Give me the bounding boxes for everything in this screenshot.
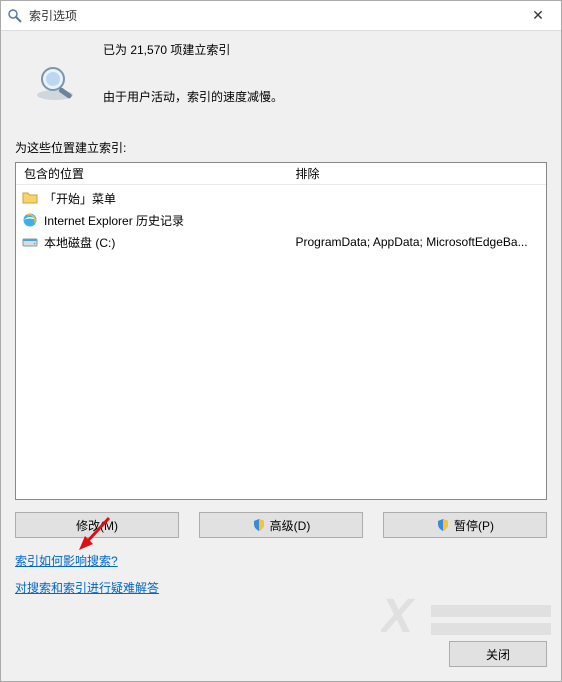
button-row: 修改(M) 高级(D) 暂停(P): [15, 512, 547, 538]
advanced-button[interactable]: 高级(D): [199, 512, 363, 538]
exclude-cell: ProgramData; AppData; MicrosoftEdgeBa...: [287, 231, 546, 253]
pause-button-label: 暂停(P): [454, 517, 494, 534]
footer: 关闭: [15, 641, 547, 667]
indexed-count-label: 已为 21,570 项建立索引: [103, 41, 283, 58]
excluded-header[interactable]: 排除: [287, 163, 546, 185]
exclude-cell: [287, 187, 546, 209]
ie-icon: [22, 212, 38, 228]
content-area: 已为 21,570 项建立索引 由于用户活动，索引的速度减慢。 为这些位置建立索…: [1, 31, 561, 681]
list-item-label: 「开始」菜单: [44, 190, 116, 207]
indexing-options-window: 索引选项 ✕ 已为 21,570 项建立索引 由于用户活动，索引的速度减慢。 为…: [0, 0, 562, 682]
status-text: 已为 21,570 项建立索引 由于用户活动，索引的速度减慢。: [81, 41, 283, 105]
close-icon: ✕: [532, 7, 544, 24]
drive-icon: [22, 234, 38, 250]
included-rows: 「开始」菜单 Internet Explorer 历史记录 本地磁盘 (C:): [16, 185, 287, 499]
magnifier-icon: [33, 61, 81, 109]
list-item[interactable]: 「开始」菜单: [16, 187, 287, 209]
pause-button[interactable]: 暂停(P): [383, 512, 547, 538]
indexing-speed-label: 由于用户活动，索引的速度减慢。: [103, 88, 283, 105]
exclude-cell: [287, 209, 546, 231]
excluded-rows: ProgramData; AppData; MicrosoftEdgeBa...: [287, 185, 546, 499]
excluded-column: 排除 ProgramData; AppData; MicrosoftEdgeBa…: [287, 163, 546, 499]
close-button-label: 关闭: [486, 646, 510, 663]
titlebar: 索引选项 ✕: [1, 1, 561, 31]
shield-icon: [436, 518, 450, 532]
list-item[interactable]: 本地磁盘 (C:): [16, 231, 287, 253]
window-close-button[interactable]: ✕: [515, 1, 561, 31]
troubleshoot-link[interactable]: 对搜索和索引进行疑难解答: [15, 579, 159, 596]
shield-icon: [252, 518, 266, 532]
list-item[interactable]: Internet Explorer 历史记录: [16, 209, 287, 231]
window-title: 索引选项: [29, 7, 515, 24]
howto-link[interactable]: 索引如何影响搜索?: [15, 552, 118, 569]
close-button[interactable]: 关闭: [449, 641, 547, 667]
indexed-locations-list: 包含的位置 「开始」菜单 Internet Explorer 历史记录: [15, 162, 547, 500]
included-column: 包含的位置 「开始」菜单 Internet Explorer 历史记录: [16, 163, 287, 499]
watermark: X: [381, 587, 561, 647]
advanced-button-label: 高级(D): [270, 517, 311, 534]
list-item-label: Internet Explorer 历史记录: [44, 212, 184, 229]
list-item-label: 本地磁盘 (C:): [44, 234, 115, 251]
search-options-icon: [7, 8, 23, 24]
locations-label: 为这些位置建立索引:: [15, 139, 547, 156]
included-header[interactable]: 包含的位置: [16, 163, 287, 185]
folder-icon: [22, 190, 38, 206]
modify-button[interactable]: 修改(M): [15, 512, 179, 538]
svg-text:X: X: [381, 590, 416, 643]
help-links: 索引如何影响搜索? 对搜索和索引进行疑难解答: [15, 552, 547, 596]
modify-button-label: 修改(M): [76, 517, 118, 534]
status-block: 已为 21,570 项建立索引 由于用户活动，索引的速度减慢。: [15, 41, 547, 109]
